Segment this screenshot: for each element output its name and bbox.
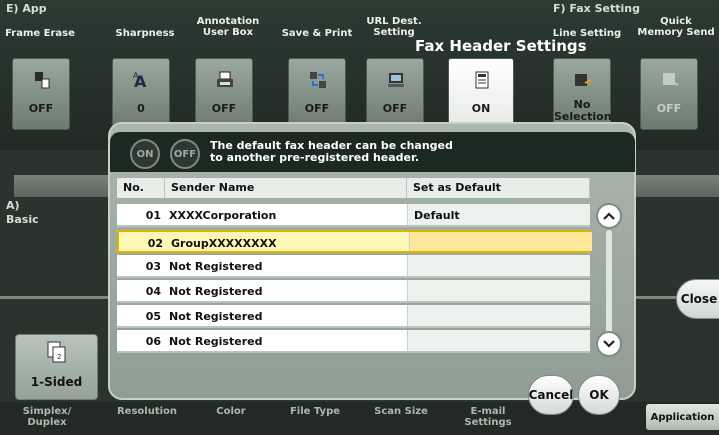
scroll-up-button[interactable] — [596, 203, 622, 229]
row-default — [407, 280, 590, 301]
label-sharpness: Sharpness — [115, 28, 175, 39]
table-row[interactable]: 05 Not Registered — [117, 305, 590, 328]
row-number: 03 — [145, 260, 161, 273]
frame-erase-button[interactable]: OFF — [12, 58, 70, 130]
row-number: 02 — [147, 237, 163, 250]
divider-right — [634, 175, 719, 197]
table-row[interactable]: 04 Not Registered — [117, 280, 590, 303]
row-sender-name: GroupXXXXXXXX — [171, 237, 277, 250]
cancel-button[interactable]: Cancel — [528, 375, 574, 415]
svg-text:2: 2 — [57, 353, 61, 361]
column-header-set-as-default: Set as Default — [407, 178, 590, 198]
column-header-no: No. — [117, 178, 165, 198]
one-sided-icon: 2 — [47, 341, 66, 363]
row-default — [407, 330, 590, 351]
row-number: 01 — [145, 209, 161, 222]
row-sender-name: Not Registered — [169, 310, 263, 323]
tab-file-type[interactable]: File Type — [280, 406, 350, 417]
row-sender-name: XXXXCorporation — [169, 209, 277, 222]
label-save-print: Save & Print — [281, 28, 353, 39]
sharpness-value: 0 — [137, 102, 145, 115]
close-button[interactable]: Close — [676, 279, 719, 319]
row-sender-name: Not Registered — [169, 335, 263, 348]
tab-resolution[interactable]: Resolution — [110, 406, 184, 417]
quick-memory-send-value: OFF — [656, 102, 682, 115]
line-setting-icon — [575, 74, 592, 86]
row-number: 05 — [145, 310, 161, 323]
tab-scan-size[interactable]: Scan Size — [365, 406, 437, 417]
url-dest-setting-button[interactable]: OFF — [366, 58, 424, 130]
left-separator — [0, 296, 108, 299]
dialog-title: Fax Header Settings — [415, 37, 587, 55]
tab-simplex-duplex[interactable]: Simplex/ Duplex — [2, 406, 92, 428]
svg-text:A: A — [133, 71, 139, 80]
annotation-user-box-value: OFF — [211, 102, 237, 115]
row-number: 06 — [145, 335, 161, 348]
annotation-user-box-button[interactable]: OFF — [195, 58, 253, 130]
dialog-message: The default fax header can be changed to… — [210, 139, 453, 164]
line-setting-button[interactable]: No Selection — [553, 58, 612, 130]
application-button[interactable]: Application — [646, 404, 719, 430]
row-default — [409, 232, 592, 251]
label-frame-erase: Frame Erase — [5, 28, 75, 39]
scrollbar-track[interactable] — [606, 230, 612, 334]
one-sided-label: 1-Sided — [30, 375, 83, 389]
url-icon — [388, 73, 404, 87]
table-row[interactable]: 06 Not Registered — [117, 330, 590, 353]
column-header-sender-name: Sender Name — [165, 178, 407, 198]
fax-header-settings-value: ON — [471, 102, 491, 115]
annotation-icon — [217, 71, 233, 87]
right-separator — [634, 296, 679, 299]
sharpness-button[interactable]: AA 0 — [112, 58, 170, 130]
toggle-off-button[interactable]: OFF — [170, 139, 200, 169]
ok-button[interactable]: OK — [578, 375, 620, 415]
row-default: Default — [407, 204, 590, 225]
line-setting-value: No Selection — [554, 98, 612, 123]
scroll-down-button[interactable] — [596, 331, 622, 357]
chevron-down-icon — [603, 340, 615, 348]
quick-memory-icon — [663, 73, 679, 86]
table-row-selected[interactable]: 02 GroupXXXXXXXX — [117, 230, 592, 253]
simplex-duplex-button[interactable]: 2 1-Sided — [15, 334, 98, 400]
frame-erase-icon — [35, 72, 50, 89]
fax-header-settings-button[interactable]: ON — [448, 58, 514, 130]
save-print-value: OFF — [304, 102, 330, 115]
section-label-fax-setting: F) Fax Setting — [553, 2, 640, 15]
frame-erase-value: OFF — [28, 102, 54, 115]
label-url-dest-setting: URL Dest. Setting — [366, 16, 422, 38]
section-label-app: E) App — [6, 2, 47, 15]
label-annotation-user-box: Annotation User Box — [196, 16, 260, 38]
row-default — [407, 255, 590, 276]
table-row[interactable]: 03 Not Registered — [117, 255, 590, 278]
url-dest-setting-value: OFF — [382, 102, 408, 115]
fax-header-icon — [475, 71, 489, 89]
chevron-up-icon — [603, 212, 615, 220]
table-row[interactable]: 01 XXXXCorporation Default — [117, 204, 590, 227]
row-number: 04 — [145, 285, 161, 298]
quick-memory-send-button[interactable]: OFF — [640, 58, 698, 130]
divider-left — [14, 175, 109, 197]
row-sender-name: Not Registered — [169, 285, 263, 298]
sender-table: No. Sender Name Set as Default 01 XXXXCo… — [117, 178, 592, 358]
save-print-icon — [310, 72, 326, 88]
sharpness-icon: AA — [133, 71, 147, 89]
save-print-button[interactable]: OFF — [288, 58, 346, 130]
row-sender-name: Not Registered — [169, 260, 263, 273]
label-quick-memory-send: Quick Memory Send — [637, 16, 715, 38]
tab-color[interactable]: Color — [196, 406, 266, 417]
toggle-on-button[interactable]: ON — [130, 139, 160, 169]
section-label-basic: A) Basic — [6, 199, 39, 226]
row-default — [407, 305, 590, 326]
tab-email-settings[interactable]: E-mail Settings — [452, 406, 524, 428]
